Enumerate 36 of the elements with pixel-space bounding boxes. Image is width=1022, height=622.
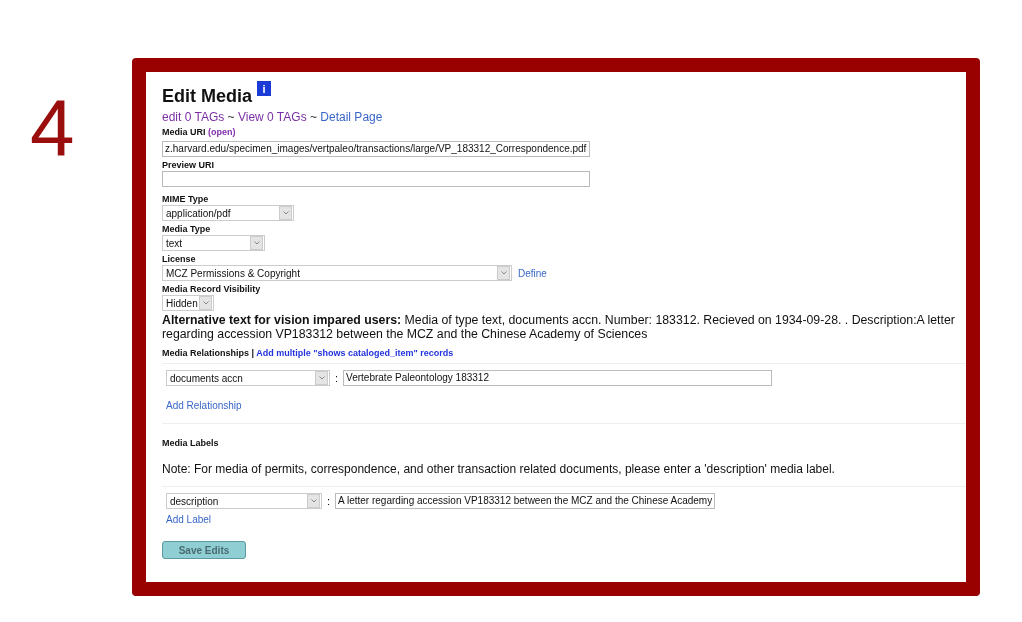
nav-link[interactable]: Detail Page: [320, 110, 383, 124]
colon-text: :: [327, 495, 331, 507]
select-field[interactable]: MCZ Permissions & Copyright: [162, 265, 512, 281]
input-field[interactable]: A letter regarding accession VP183312 between the MCZ and the Chinese Academy: [335, 493, 716, 509]
field-label: Media Type: [162, 224, 211, 234]
separator-text: ~: [310, 110, 317, 124]
field-label: Media Record Visibility: [162, 284, 261, 294]
nav-link[interactable]: edit 0 TAGs: [162, 110, 225, 124]
colon-text: :: [335, 372, 339, 384]
field-label: License: [162, 254, 196, 264]
input-field[interactable]: [162, 171, 590, 187]
select-field[interactable]: text: [162, 235, 265, 251]
separator-text: |: [251, 348, 255, 358]
separator-text: ~: [227, 110, 235, 124]
info-badge[interactable]: i: [257, 81, 271, 96]
add-relationship-link[interactable]: Add Relationship: [166, 400, 242, 411]
slide-number: 4: [30, 83, 75, 172]
field-label: MIME Type: [162, 194, 209, 204]
input-field[interactable]: z.harvard.edu/specimen_images/vertpaleo/transactions/large/VP_183312_Correspondence.pdf: [162, 141, 590, 157]
section-heading: Media Relationships: [162, 348, 250, 358]
add-multiple-link[interactable]: Add multiple "shows cataloged_item" records: [256, 348, 454, 358]
add-label-link[interactable]: Add Label: [166, 514, 212, 525]
alt-text-paragraph: Alternative text for vision impared users: Media of type text, documents accn. Number: 183312. Recieved on 1934-09-28. . Description:A letter regarding accession VP183312 between the MCZ and the Chinese Academy of Sciences: [162, 313, 956, 341]
open-link[interactable]: (open): [208, 127, 236, 137]
field-label: Preview URI: [162, 160, 215, 170]
define-link[interactable]: Define: [518, 267, 547, 279]
select-field[interactable]: description: [166, 493, 322, 509]
nav-link[interactable]: View 0 TAGs: [237, 110, 307, 124]
note-text: Note: For media of permits, correspondence, and other transaction related documents, please enter a 'description' media label.: [162, 462, 966, 487]
page-title: Edit Media: [162, 86, 252, 107]
field-label: Media URI: [162, 127, 206, 137]
input-field[interactable]: Vertebrate Paleontology 183312: [343, 370, 773, 386]
select-field[interactable]: Hidden: [162, 295, 214, 311]
select-field[interactable]: documents accn: [166, 370, 330, 386]
select-field[interactable]: application/pdf: [162, 205, 294, 221]
section-heading: Media Labels: [162, 438, 220, 448]
